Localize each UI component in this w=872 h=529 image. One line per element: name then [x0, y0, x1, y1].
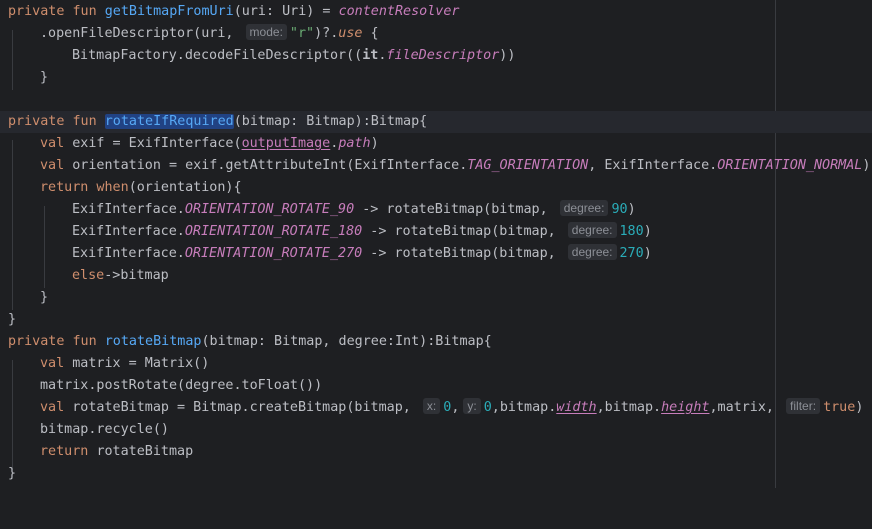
number-literal: 270 — [619, 246, 644, 261]
code-line-22[interactable]: } — [0, 463, 872, 485]
parameter-hint: mode: — [245, 24, 287, 40]
code-line-6[interactable]: private fun rotateIfRequired(bitmap: Bit… — [0, 111, 872, 133]
code-text: ) — [627, 202, 636, 217]
code-text: exif = ExifInterface( — [72, 136, 242, 151]
code-text: -> rotateBitmap(bitmap, — [362, 246, 564, 261]
code-line-19[interactable]: val rotateBitmap = Bitmap.createBitmap(b… — [0, 397, 872, 419]
keyword: private fun — [8, 114, 105, 129]
code-line-16[interactable]: private fun rotateBitmap(bitmap: Bitmap,… — [0, 331, 872, 353]
code-text: rotateBitmap = Bitmap.createBitmap(bitma… — [72, 400, 419, 415]
code-line-7[interactable]: val exif = ExifInterface(outputImage.pat… — [0, 133, 872, 155]
keyword: it — [362, 48, 379, 63]
parameter-hint: degree: — [559, 200, 609, 216]
code-text: ,bitmap. — [491, 400, 557, 415]
parameter-hint: x: — [422, 398, 441, 414]
function-name: getBitmapFromUri — [104, 4, 234, 19]
code-line-1[interactable]: private fun getBitmapFromUri(uri: Uri) =… — [0, 1, 872, 23]
keyword: val — [40, 136, 73, 151]
keyword: return when — [40, 180, 129, 195]
code-text: BitmapFactory.decodeFileDescriptor(( — [72, 48, 363, 63]
code-line-15[interactable]: } — [0, 309, 872, 331]
code-text: ) — [370, 136, 379, 151]
code-text: ExifInterface. — [72, 246, 185, 261]
code-line-8[interactable]: val orientation = exif.getAttributeInt(E… — [0, 155, 872, 177]
code-text: ) — [643, 224, 652, 239]
code-editor[interactable]: private fun getBitmapFromUri(uri: Uri) =… — [0, 0, 872, 488]
keyword: else — [72, 268, 105, 283]
number-literal: 90 — [611, 202, 628, 217]
selected-function-name[interactable]: rotateIfRequired — [104, 114, 234, 129]
code-line-9[interactable]: return when(orientation){ — [0, 177, 872, 199]
property: TAG_ORIENTATION — [467, 158, 589, 173]
code-line-17[interactable]: val matrix = Matrix() — [0, 353, 872, 375]
code-text: , ExifInterface. — [588, 158, 718, 173]
code-text: ->bitmap — [104, 268, 169, 283]
property: ORIENTATION_ROTATE_180 — [184, 224, 363, 239]
keyword: return — [40, 444, 97, 459]
code-line-4[interactable]: } — [0, 67, 872, 89]
code-text: { — [362, 26, 379, 41]
code-text: , — [451, 400, 460, 415]
code-line-20[interactable]: bitmap.recycle() — [0, 419, 872, 441]
keyword: private fun — [8, 4, 105, 19]
code-line-10[interactable]: ExifInterface.ORIENTATION_ROTATE_90 -> r… — [0, 199, 872, 221]
code-text: (orientation){ — [128, 180, 242, 195]
parameter-hint: degree: — [567, 244, 617, 260]
code-text: orientation = exif.getAttributeInt(ExifI… — [72, 158, 468, 173]
property: contentResolver — [338, 4, 460, 19]
keyword: val — [40, 158, 73, 173]
code-text: matrix.postRotate(degree.toFloat()) — [40, 378, 323, 393]
code-text: } — [40, 70, 49, 85]
code-text: } — [8, 466, 17, 481]
code-line-21[interactable]: return rotateBitmap — [0, 441, 872, 463]
code-text: ) — [643, 246, 652, 261]
number-literal: 0 — [483, 400, 492, 415]
code-text: ,matrix, — [709, 400, 783, 415]
keyword: true — [823, 400, 856, 415]
code-text: -> rotateBitmap(bitmap, — [362, 224, 564, 239]
parameter-hint: filter: — [786, 398, 821, 414]
code-text: bitmap.recycle() — [40, 422, 169, 437]
keyword: private fun — [8, 334, 105, 349]
code-text: )?. — [314, 26, 339, 41]
code-line-13[interactable]: else->bitmap — [0, 265, 872, 287]
keyword: val — [40, 356, 73, 371]
parameter-hint: degree: — [567, 222, 617, 238]
code-text: ) — [862, 158, 871, 173]
code-line-11[interactable]: ExifInterface.ORIENTATION_ROTATE_180 -> … — [0, 221, 872, 243]
keyword: use — [338, 26, 363, 41]
code-line-14[interactable]: } — [0, 287, 872, 309]
code-text: (uri: Uri) = — [233, 4, 339, 19]
code-text: rotateBitmap — [96, 444, 194, 459]
code-text: )) — [499, 48, 516, 63]
code-text: (bitmap: Bitmap, degree:Int):Bitmap{ — [201, 334, 492, 349]
code-line-12[interactable]: ExifInterface.ORIENTATION_ROTATE_270 -> … — [0, 243, 872, 265]
property: height — [661, 400, 710, 415]
code-text: (bitmap: Bitmap):Bitmap{ — [233, 114, 428, 129]
property: width — [556, 400, 597, 415]
code-text: ) — [855, 400, 864, 415]
code-line-18[interactable]: matrix.postRotate(degree.toFloat()) — [0, 375, 872, 397]
keyword: val — [40, 400, 73, 415]
property: fileDescriptor — [386, 48, 500, 63]
property: ORIENTATION_NORMAL — [717, 158, 863, 173]
function-name: rotateBitmap — [104, 334, 202, 349]
code-text: matrix = Matrix() — [72, 356, 210, 371]
code-text: ExifInterface. — [72, 202, 185, 217]
code-text: } — [8, 312, 17, 327]
property: ORIENTATION_ROTATE_270 — [184, 246, 363, 261]
number-literal: 180 — [619, 224, 644, 239]
code-line-3[interactable]: BitmapFactory.decodeFileDescriptor((it.f… — [0, 45, 872, 67]
code-text: -> rotateBitmap(bitmap, — [354, 202, 556, 217]
code-line-2[interactable]: .openFileDescriptor(uri, mode: "r")?.use … — [0, 23, 872, 45]
parameter-hint: y: — [463, 398, 481, 414]
property: path — [338, 136, 371, 151]
code-text: .openFileDescriptor(uri, — [40, 26, 242, 41]
code-text: ExifInterface. — [72, 224, 185, 239]
string-literal: "r" — [289, 26, 315, 41]
code-text: } — [40, 290, 49, 305]
code-text: ,bitmap. — [596, 400, 662, 415]
property: ORIENTATION_ROTATE_90 — [184, 202, 355, 217]
property: outputImage — [241, 136, 331, 151]
